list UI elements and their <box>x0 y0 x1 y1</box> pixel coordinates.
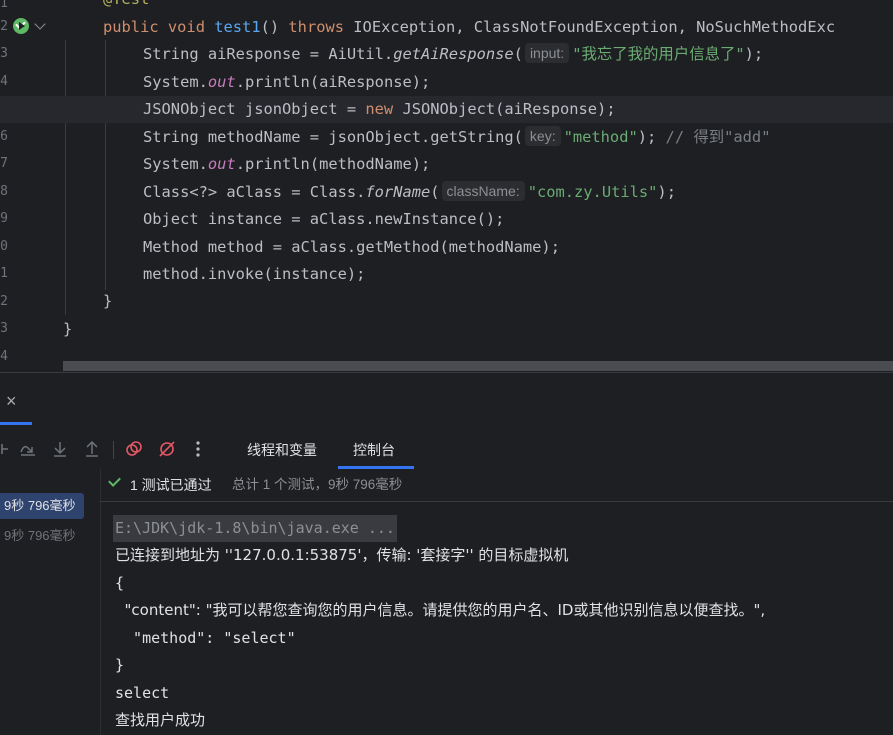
param-hint: key: <box>524 126 561 146</box>
line-number: 3 <box>0 321 8 336</box>
indent-guide <box>105 40 106 290</box>
console-line: { <box>115 574 125 592</box>
code-area[interactable]: @Test public void test1() throws IOExcep… <box>0 0 893 372</box>
line-number: 4 <box>0 349 8 364</box>
line-number: 7 <box>0 156 8 171</box>
code-line: } <box>103 292 113 310</box>
code-line: method.invoke(instance); <box>143 265 366 283</box>
tests-summary: 总计 1 个测试，9秒 796毫秒 <box>232 477 403 492</box>
close-icon[interactable]: × <box>6 392 22 410</box>
line-number: 1 <box>0 266 8 281</box>
tab-console[interactable]: 控制台 <box>353 431 395 469</box>
param-hint: className: <box>441 181 525 201</box>
line-number: 6 <box>0 129 8 144</box>
rerun-icon[interactable] <box>0 439 14 459</box>
console-line: } <box>115 656 125 674</box>
tab-threads-variables[interactable]: 线程和变量 <box>247 431 317 469</box>
code-line: Class<?> aClass = Class.forName(classNam… <box>143 181 676 201</box>
code-line: String methodName = jsonObject.getString… <box>143 126 771 146</box>
indent-guide <box>65 40 66 315</box>
step-into-icon[interactable] <box>50 439 70 459</box>
test-status-bar: 1 测试已通过 总计 1 个测试，9秒 796毫秒 <box>100 469 893 502</box>
toolbar-separator <box>113 441 114 459</box>
code-editor[interactable]: 1 2 3 4 5 6 7 8 9 0 1 2 3 4 @Test public… <box>0 0 893 372</box>
active-session-indicator <box>0 422 32 425</box>
fold-icon[interactable] <box>34 18 46 30</box>
code-line: System.out.println(aiResponse); <box>143 73 431 91</box>
line-number: 2 <box>0 19 8 34</box>
code-line: public void test1() throws IOException, … <box>103 18 836 36</box>
test-tree-item[interactable]: 9秒 796毫秒 <box>0 523 76 549</box>
step-out-icon[interactable] <box>82 439 102 459</box>
code-line: @Test <box>103 0 893 13</box>
editor-gutter: 1 2 3 4 5 6 7 8 9 0 1 2 3 4 <box>0 0 48 372</box>
line-number: 2 <box>0 294 8 309</box>
console-line: select <box>115 684 170 702</box>
line-number: 9 <box>0 211 8 226</box>
param-hint: input: <box>524 43 570 63</box>
code-line: Object instance = aClass.newInstance(); <box>143 210 505 228</box>
console-command-line[interactable]: E:\JDK\jdk-1.8\bin\java.exe ... <box>113 515 397 542</box>
more-icon[interactable] <box>188 439 208 459</box>
test-results-tree: 9秒 796毫秒 9秒 796毫秒 <box>0 469 101 735</box>
console-line: "method": "select" <box>115 629 296 647</box>
line-number: 8 <box>0 184 8 199</box>
code-line: } <box>63 320 73 338</box>
test-tree-item[interactable]: 9秒 796毫秒 <box>0 493 84 519</box>
line-number: 1 <box>0 0 8 11</box>
mute-breakpoints-icon[interactable] <box>157 439 177 459</box>
step-over-icon[interactable] <box>18 439 38 459</box>
line-number: 0 <box>0 239 8 254</box>
line-number: 3 <box>0 46 8 61</box>
code-line: String aiResponse = AiUtil.getAiResponse… <box>143 43 764 63</box>
code-line: System.out.println(methodName); <box>143 155 431 173</box>
breakpoints-icon[interactable] <box>124 439 144 459</box>
code-line: Method method = aClass.getMethod(methodN… <box>143 238 560 256</box>
console-output[interactable]: E:\JDK\jdk-1.8\bin\java.exe ... 已连接到地址为 … <box>100 501 893 735</box>
console-line: "content": "我可以帮您查询您的用户信息。请提供您的用户名、ID或其他… <box>115 601 766 619</box>
code-line-current: JSONObject jsonObject = new JSONObject(a… <box>0 96 893 123</box>
console-line: 已连接到地址为 ''127.0.0.1:53875'，传输: '套接字'' 的目… <box>115 546 569 564</box>
tests-passed-label: 1 测试已通过 <box>130 477 212 493</box>
debug-toolbar: 线程和变量 控制台 <box>0 431 893 469</box>
tool-window-header: × <box>0 373 893 425</box>
line-number: 4 <box>0 74 8 89</box>
console-line: 查找用户成功 <box>115 711 206 729</box>
run-test-passed-icon[interactable] <box>13 18 29 34</box>
horizontal-scrollbar[interactable] <box>63 361 893 371</box>
check-icon <box>108 474 121 487</box>
debug-tool-window: × 线程和变量 控制台 9秒 796毫秒 9秒 796毫秒 1 测试已通过 总计… <box>0 372 893 735</box>
